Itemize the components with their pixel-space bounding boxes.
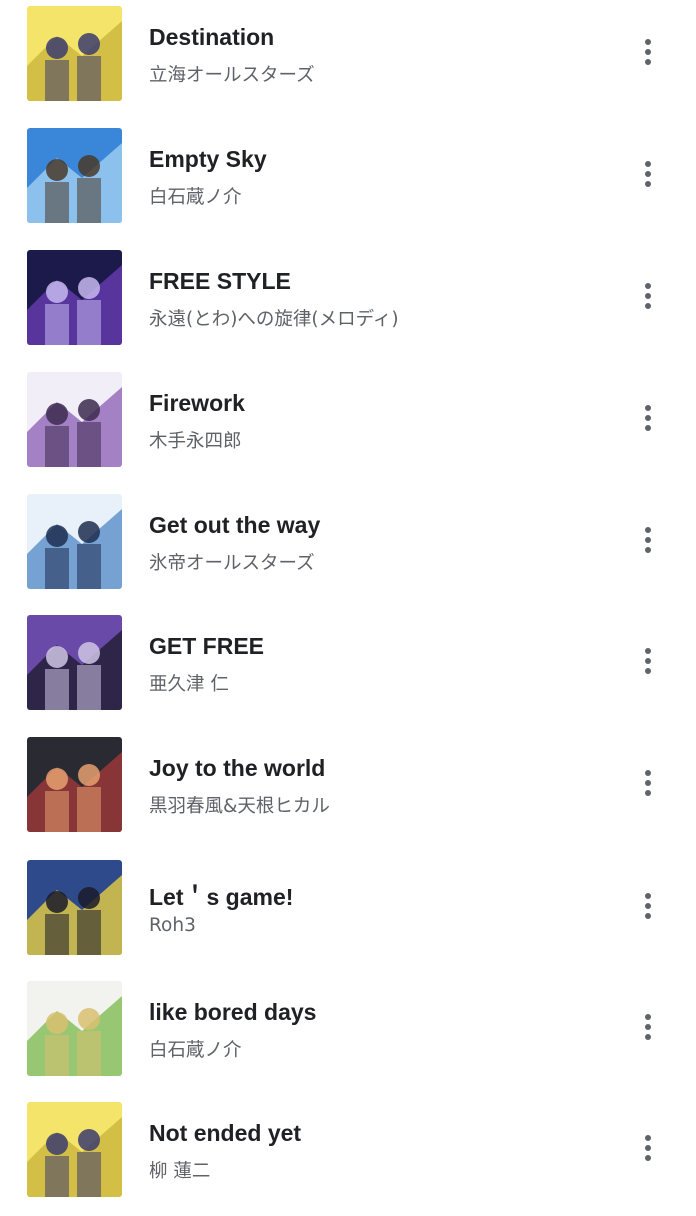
more-vert-dot (645, 547, 651, 553)
track-list: Destination 立海オールスターズ Empty Sky 白石蔵ノ介 FREE S… (0, 0, 696, 1200)
more-vert-icon[interactable] (630, 398, 666, 438)
album-art (27, 128, 122, 223)
album-art-image (27, 494, 122, 589)
more-vert-dot (645, 903, 651, 909)
more-vert-dot (645, 1135, 651, 1141)
album-art (27, 737, 122, 832)
more-vert-dot (645, 527, 651, 533)
track-row[interactable]: Firework 木手永四郎 (0, 364, 696, 486)
track-artist: 黒羽春風&天根ヒカル (149, 796, 330, 817)
more-vert-icon[interactable] (630, 641, 666, 681)
track-artist: 亜久津 仁 (149, 674, 229, 695)
track-row[interactable]: Empty Sky 白石蔵ノ介 (0, 120, 696, 242)
track-artist: 永遠(とわ)への旋律(メロディ) (149, 309, 399, 330)
album-art-image (27, 860, 122, 955)
more-vert-dot (645, 39, 651, 45)
more-vert-dot (645, 425, 651, 431)
album-art-image (27, 128, 122, 223)
more-vert-dot (645, 648, 651, 654)
more-vert-icon[interactable] (630, 1128, 666, 1168)
more-vert-dot (645, 1145, 651, 1151)
more-vert-icon[interactable] (630, 1007, 666, 1047)
track-row[interactable]: Get out the way 氷帝オールスターズ (0, 486, 696, 608)
more-vert-dot (645, 1155, 651, 1161)
track-title: Firework (149, 390, 245, 416)
more-vert-icon[interactable] (630, 520, 666, 560)
track-artist: 氷帝オールスターズ (149, 553, 315, 574)
track-row[interactable]: Not ended yet 柳 蓮二 (0, 1094, 696, 1216)
album-art-image (27, 737, 122, 832)
track-artist: 木手永四郎 (149, 431, 242, 452)
album-art-image (27, 1102, 122, 1197)
album-art (27, 494, 122, 589)
more-vert-icon[interactable] (630, 32, 666, 72)
more-vert-dot (645, 181, 651, 187)
album-art (27, 1102, 122, 1197)
more-vert-dot (645, 59, 651, 65)
track-row[interactable]: GET FREE 亜久津 仁 (0, 607, 696, 729)
more-vert-dot (645, 1014, 651, 1020)
more-vert-dot (645, 1034, 651, 1040)
more-vert-dot (645, 293, 651, 299)
track-title: Destination (149, 24, 275, 50)
more-vert-dot (645, 283, 651, 289)
track-title: like bored days (149, 999, 317, 1025)
more-vert-dot (645, 303, 651, 309)
track-title: Get out the way (149, 512, 321, 538)
more-vert-dot (645, 770, 651, 776)
more-vert-icon[interactable] (630, 154, 666, 194)
more-vert-dot (645, 658, 651, 664)
album-art (27, 615, 122, 710)
album-art-image (27, 250, 122, 345)
more-vert-dot (645, 415, 651, 421)
album-art (27, 860, 122, 955)
track-row[interactable]: Let＇s game! Roh3 (0, 852, 696, 974)
album-art-image (27, 372, 122, 467)
more-vert-dot (645, 790, 651, 796)
more-vert-dot (645, 668, 651, 674)
album-art (27, 981, 122, 1076)
track-row[interactable]: Joy to the world 黒羽春風&天根ヒカル (0, 729, 696, 851)
more-vert-icon[interactable] (630, 886, 666, 926)
album-art-image (27, 981, 122, 1076)
track-row[interactable]: FREE STYLE 永遠(とわ)への旋律(メロディ) (0, 242, 696, 364)
track-artist: 柳 蓮二 (149, 1161, 211, 1182)
album-art (27, 6, 122, 101)
more-vert-dot (645, 1024, 651, 1030)
track-title: FREE STYLE (149, 268, 291, 294)
album-art (27, 372, 122, 467)
track-title: Empty Sky (149, 146, 267, 172)
album-art-image (27, 615, 122, 710)
track-title: Let＇s game! (149, 884, 294, 910)
more-vert-dot (645, 537, 651, 543)
album-art (27, 250, 122, 345)
more-vert-dot (645, 171, 651, 177)
more-vert-dot (645, 49, 651, 55)
album-art-image (27, 6, 122, 101)
track-title: Joy to the world (149, 755, 326, 781)
more-vert-icon[interactable] (630, 276, 666, 316)
more-vert-dot (645, 893, 651, 899)
track-row[interactable]: Destination 立海オールスターズ (0, 0, 696, 120)
track-artist: 立海オールスターズ (149, 65, 315, 86)
track-artist: 白石蔵ノ介 (149, 1040, 242, 1061)
track-title: Not ended yet (149, 1120, 302, 1146)
more-vert-dot (645, 913, 651, 919)
more-vert-dot (645, 161, 651, 167)
track-artist: Roh3 (149, 915, 196, 936)
track-row[interactable]: like bored days 白石蔵ノ介 (0, 973, 696, 1095)
track-title: GET FREE (149, 633, 265, 659)
more-vert-dot (645, 780, 651, 786)
more-vert-dot (645, 405, 651, 411)
track-artist: 白石蔵ノ介 (149, 187, 242, 208)
more-vert-icon[interactable] (630, 763, 666, 803)
